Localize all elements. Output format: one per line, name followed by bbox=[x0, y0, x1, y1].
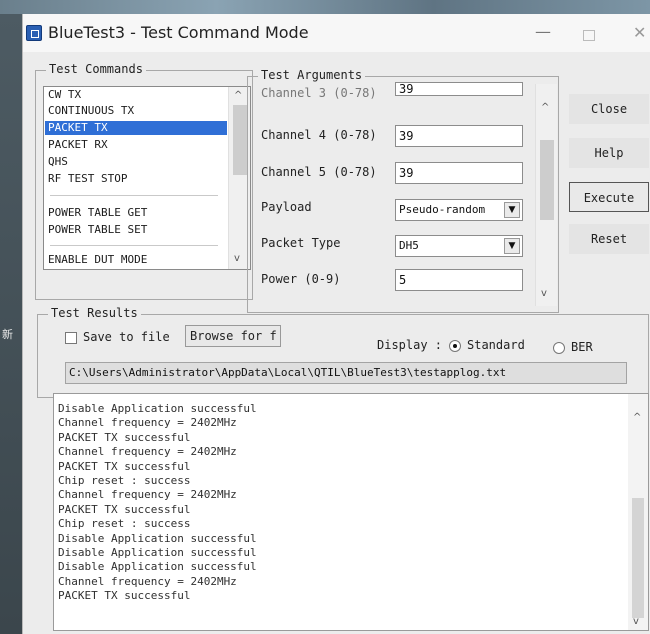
log-line: Channel frequency = 2402MHz bbox=[58, 445, 237, 458]
power-label: Power (0-9) bbox=[261, 272, 341, 286]
app-window: BlueTest3 - Test Command Mode — ✕ Test C… bbox=[22, 14, 650, 634]
title-bar: BlueTest3 - Test Command Mode — ✕ bbox=[23, 14, 650, 52]
packet-type-select[interactable]: DH5 ▼ bbox=[395, 235, 523, 257]
channel-5-input[interactable]: 39 bbox=[395, 162, 523, 184]
log-line: Disable Application successful bbox=[58, 546, 257, 559]
scroll-up-icon[interactable]: ^ bbox=[633, 412, 641, 423]
command-item-selected[interactable]: PACKET TX bbox=[45, 121, 227, 135]
command-item[interactable]: RF TEST STOP bbox=[48, 172, 127, 186]
help-button[interactable]: Help bbox=[569, 138, 649, 168]
minimize-button[interactable]: — bbox=[535, 22, 551, 41]
arguments-scroll-area: Channel 3 (0-78) 39 Channel 4 (0-78) 39 … bbox=[251, 82, 535, 308]
photo-background-left: 新 bbox=[0, 14, 22, 634]
log-line: PACKET TX successful bbox=[58, 460, 191, 473]
log-path-field[interactable]: C:\Users\Administrator\AppData\Local\QTI… bbox=[65, 362, 627, 384]
log-line: Disable Application successful bbox=[58, 560, 257, 573]
scroll-down-icon[interactable]: v bbox=[633, 616, 639, 627]
log-line: PACKET TX successful bbox=[58, 431, 191, 444]
side-note: 新 bbox=[2, 328, 13, 341]
scroll-thumb[interactable] bbox=[632, 498, 644, 618]
test-results-legend: Test Results bbox=[48, 306, 141, 320]
dropdown-arrow-icon[interactable]: ▼ bbox=[504, 238, 520, 254]
scroll-down-icon[interactable]: v bbox=[541, 288, 547, 299]
log-line: Disable Application successful bbox=[58, 402, 257, 415]
reset-button[interactable]: Reset bbox=[569, 224, 649, 254]
command-item[interactable]: CW TX bbox=[48, 88, 81, 102]
dropdown-arrow-icon[interactable]: ▼ bbox=[504, 202, 520, 218]
channel-3-label: Channel 3 (0-78) bbox=[261, 86, 377, 100]
list-separator bbox=[50, 245, 218, 246]
window-close-button[interactable]: ✕ bbox=[633, 23, 646, 42]
display-label: Display : bbox=[377, 338, 443, 352]
close-button[interactable]: Close bbox=[569, 94, 649, 124]
log-line: PACKET TX successful bbox=[58, 503, 191, 516]
log-line: Channel frequency = 2402MHz bbox=[58, 488, 237, 501]
execute-button[interactable]: Execute bbox=[569, 182, 649, 212]
payload-value: Pseudo-random bbox=[399, 203, 486, 216]
payload-select[interactable]: Pseudo-random ▼ bbox=[395, 199, 523, 221]
command-item[interactable]: POWER TABLE GET bbox=[48, 206, 147, 220]
window-title: BlueTest3 - Test Command Mode bbox=[48, 23, 309, 42]
log-line: Channel frequency = 2402MHz bbox=[58, 575, 237, 588]
command-item[interactable]: ENABLE DUT MODE bbox=[48, 253, 147, 267]
log-output[interactable]: Disable Application successful Channel f… bbox=[53, 393, 649, 631]
save-to-file-label: Save to file bbox=[83, 330, 170, 344]
photo-background-top bbox=[0, 0, 650, 14]
scroll-up-icon[interactable]: ^ bbox=[541, 102, 549, 113]
app-icon bbox=[26, 25, 42, 41]
channel-4-input[interactable]: 39 bbox=[395, 125, 523, 147]
log-scrollbar[interactable]: ^ v bbox=[628, 394, 648, 630]
log-line: PACKET TX successful bbox=[58, 589, 191, 602]
test-results-group: Test Results bbox=[37, 306, 649, 398]
browse-button[interactable]: Browse for f bbox=[185, 325, 281, 347]
save-to-file-checkbox[interactable] bbox=[65, 332, 77, 344]
command-item[interactable]: QHS bbox=[48, 155, 68, 169]
test-commands-list[interactable]: CW TX CONTINUOUS TX PACKET TX PACKET RX … bbox=[43, 86, 251, 270]
command-item[interactable]: POWER TABLE SET bbox=[48, 223, 147, 237]
scroll-thumb[interactable] bbox=[540, 140, 554, 220]
packet-type-label: Packet Type bbox=[261, 236, 341, 250]
ber-label: BER bbox=[571, 340, 593, 354]
maximize-button[interactable] bbox=[583, 30, 595, 41]
command-item[interactable]: PACKET RX bbox=[48, 138, 108, 152]
power-input[interactable]: 5 bbox=[395, 269, 523, 291]
channel-3-input[interactable]: 39 bbox=[395, 82, 523, 96]
arguments-scrollbar[interactable]: ^ v bbox=[535, 84, 557, 306]
log-line: Chip reset : success bbox=[58, 517, 191, 530]
ber-radio[interactable] bbox=[553, 342, 565, 354]
test-arguments-legend: Test Arguments bbox=[258, 68, 366, 82]
scroll-thumb[interactable] bbox=[233, 105, 247, 175]
standard-label: Standard bbox=[467, 338, 525, 352]
log-line: Chip reset : success bbox=[58, 474, 191, 487]
payload-label: Payload bbox=[261, 200, 312, 214]
scroll-down-icon[interactable]: v bbox=[234, 253, 240, 264]
command-item[interactable]: CONTINUOUS TX bbox=[48, 104, 134, 118]
test-commands-legend: Test Commands bbox=[46, 62, 146, 76]
scroll-up-icon[interactable]: ^ bbox=[234, 90, 242, 101]
standard-radio[interactable] bbox=[449, 340, 461, 352]
log-line: Channel frequency = 2402MHz bbox=[58, 416, 237, 429]
list-separator bbox=[50, 195, 218, 196]
channel-5-label: Channel 5 (0-78) bbox=[261, 165, 377, 179]
channel-4-label: Channel 4 (0-78) bbox=[261, 128, 377, 142]
packet-type-value: DH5 bbox=[399, 239, 419, 252]
log-line: Disable Application successful bbox=[58, 532, 257, 545]
